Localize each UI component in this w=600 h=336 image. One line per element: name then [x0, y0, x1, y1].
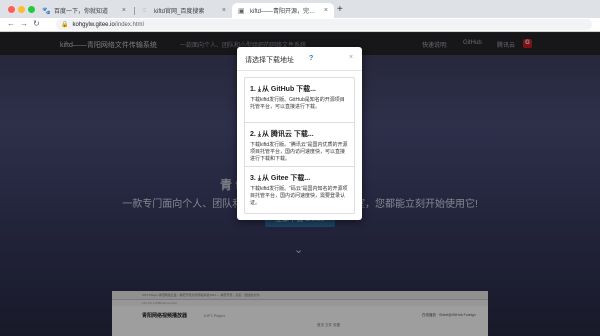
browser-tab-kiftd[interactable]: ▣ kiftd——青阳开源，完善，便捷的文... × — [232, 3, 334, 18]
option-description: 下载kiftd发行版。“码云”是国内知名的开源项目托管平台，国内访问速度快，需要… — [250, 186, 348, 206]
tab-title: kiftd官网_百度搜索 — [154, 9, 205, 15]
download-modal: 请选择下载地址 ? × 1. ⤓从 GitHub 下载... 下载kiftd发行版… — [237, 47, 362, 220]
loading-icon: ◌ — [142, 7, 147, 14]
address-bar: ← → ↻ 🔒 kohgylw.gitee.io /index.html — [0, 18, 600, 32]
tab-divider — [134, 7, 135, 15]
tab-close-icon[interactable]: × — [324, 7, 328, 14]
browser-tab-search[interactable]: ◌ kiftd官网_百度搜索 × — [136, 3, 232, 18]
tab-close-icon[interactable]: × — [222, 7, 226, 14]
option-number: 2. — [250, 131, 256, 138]
back-arrow-icon[interactable]: ← — [7, 19, 15, 28]
option-name: 从 腾讯云 下载... — [261, 131, 314, 138]
close-icon[interactable]: × — [349, 54, 353, 61]
paw-icon: 🐾 — [42, 7, 51, 15]
option-title: 1. ⤓从 GitHub 下载... — [250, 84, 349, 94]
download-icon: ⤓ — [257, 86, 261, 93]
page-icon: ▣ — [238, 7, 245, 15]
modal-header: 请选择下载地址 ? × — [237, 47, 362, 71]
help-icon[interactable]: ? — [309, 55, 313, 62]
download-option-tencent[interactable]: 2. ⤓从 腾讯云 下载... 下载kiftd发行版。“腾讯云”是国内优质的开源项… — [245, 122, 354, 165]
browser-tabstrip: 🐾 百度一下，你就知道 × ◌ kiftd官网_百度搜索 × ▣ kiftd——… — [0, 0, 600, 18]
tab-title: 百度一下，你就知道 — [54, 9, 109, 15]
option-title: 2. ⤓从 腾讯云 下载... — [250, 129, 349, 139]
option-description: 下载kiftd发行版。“腾讯云”是国内优质的开源项目托管平台，国内访问速度快，可… — [250, 142, 348, 162]
window-minimize-button[interactable] — [18, 6, 25, 13]
download-options: 1. ⤓从 GitHub 下载... 下载kiftd发行版。GitHub是知名的开… — [244, 77, 355, 214]
reload-icon[interactable]: ↻ — [33, 19, 40, 28]
download-icon: ⤓ — [257, 175, 261, 182]
tab-title: kiftd——青阳开源，完善，便捷的文... — [250, 9, 321, 15]
option-number: 1. — [250, 86, 256, 93]
window-maximize-button[interactable] — [28, 6, 35, 13]
download-option-github[interactable]: 1. ⤓从 GitHub 下载... 下载kiftd发行版。GitHub是知名的开… — [245, 78, 354, 121]
option-number: 3. — [250, 175, 256, 182]
url-input[interactable]: 🔒 kohgylw.gitee.io /index.html — [56, 19, 592, 30]
download-icon: ⤓ — [257, 131, 261, 138]
option-title: 3. ⤓从 Gitee 下载... — [250, 173, 349, 183]
window-close-button[interactable] — [8, 6, 15, 13]
tab-close-icon[interactable]: × — [122, 7, 126, 14]
url-path: /index.html — [114, 21, 144, 28]
option-name: 从 Gitee 下载... — [261, 175, 311, 182]
url-host: kohgylw.gitee.io — [72, 21, 115, 28]
modal-title: 请选择下载地址 — [245, 57, 294, 64]
new-tab-button[interactable]: + — [337, 4, 343, 15]
lock-icon: 🔒 — [61, 22, 69, 28]
forward-arrow-icon[interactable]: → — [20, 19, 28, 28]
option-description: 下载kiftd发行版。GitHub是知名的开源项目托管平台，可以直接进行下载。 — [250, 97, 345, 110]
browser-tab-baidu[interactable]: 🐾 百度一下，你就知道 × — [36, 3, 132, 18]
option-name: 从 GitHub 下载... — [261, 86, 317, 93]
download-option-gitee[interactable]: 3. ⤓从 Gitee 下载... 下载kiftd发行版。“码云”是国内知名的开源… — [245, 166, 354, 213]
